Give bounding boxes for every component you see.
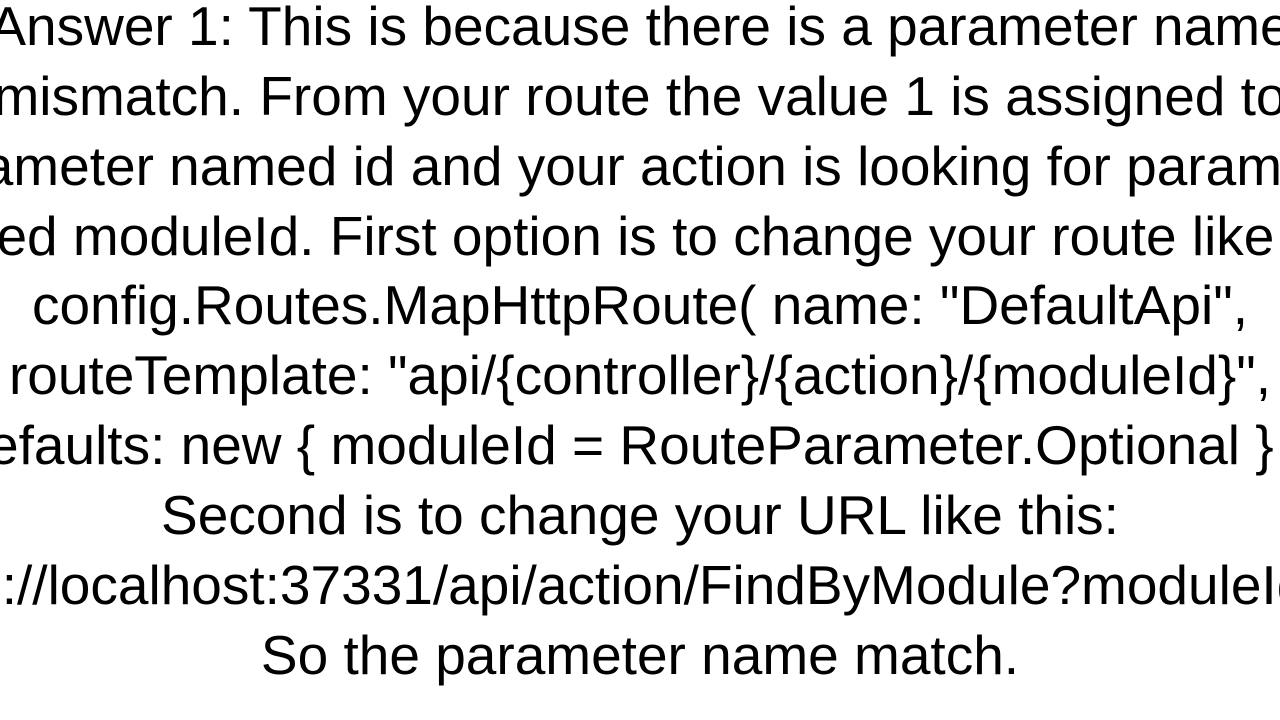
line-7: defaults: new { moduleId = RouteParamete… [0,414,1280,476]
document-viewport: Answer 1: This is because there is a par… [0,0,1280,720]
line-10: So the parameter name match. [261,624,1019,686]
line-1: Answer 1: This is because there is a par… [0,0,1280,57]
line-2: mismatch. From your route the value 1 is… [0,65,1280,127]
line-8: Second is to change your URL like this: [161,484,1119,546]
line-5: config.Routes.MapHttpRoute( name: "Defau… [32,274,1248,336]
line-6: routeTemplate: "api/{controller}/{action… [9,344,1271,406]
line-3: parameter named id and your action is lo… [0,135,1280,197]
line-9: http://localhost:37331/api/action/FindBy… [0,554,1280,616]
answer-text-block: Answer 1: This is because there is a par… [0,0,1280,690]
line-4: named moduleId. First option is to chang… [0,205,1280,267]
